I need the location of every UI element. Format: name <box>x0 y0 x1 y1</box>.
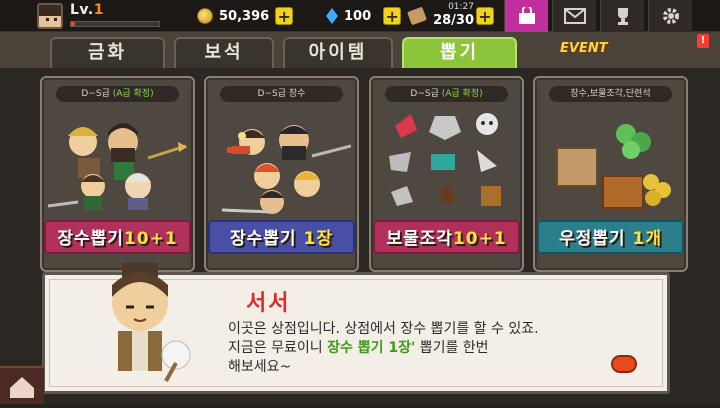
draw-hero-1-button[interactable]: 장수뽑기 1장 <box>208 220 355 254</box>
card-subtitle: D~S급 (A급 확정) <box>385 86 508 102</box>
draw-card-hero-10[interactable]: D~S급 (A급 확정) 장수뽑기10+1 <box>40 76 195 272</box>
friendship-rewards-illustration <box>556 124 671 209</box>
gold-resource: 50,396 + <box>197 5 294 27</box>
draw-card-friendship-1[interactable]: 장수,보물조각,단련석 우정뽑기 1개 <box>533 76 688 272</box>
treasure-pieces-illustration <box>389 113 501 206</box>
player-avatar[interactable] <box>37 3 63 29</box>
speaker-portrait <box>112 263 191 382</box>
speaker-name: 서서 <box>246 291 291 316</box>
gem-amount: 100 <box>344 8 372 24</box>
stamina-count: 28/30 <box>433 13 474 28</box>
gem-icon <box>326 8 338 24</box>
event-button[interactable]: EVENT <box>560 41 608 56</box>
level-number: 1 <box>93 2 104 18</box>
event-alert-badge: ! <box>697 34 709 48</box>
tab-gold[interactable]: 금화 <box>50 37 165 68</box>
hero-group-illustration <box>221 125 351 214</box>
gear-icon[interactable] <box>648 0 692 32</box>
top-status-bar: Lv.1 50,396 + 100 + 01:27 28/30 + <box>0 0 720 32</box>
home-icon <box>10 377 34 398</box>
stamina-plus-wrap: + <box>476 5 494 27</box>
card-subtitle: 장수,보물조각,단련석 <box>549 86 672 102</box>
add-gems-button[interactable]: + <box>383 7 402 25</box>
tab-draw[interactable]: 뽑기 <box>402 37 517 68</box>
draw-friendship-1-button[interactable]: 우정뽑기 1개 <box>537 220 684 254</box>
stamina-icon <box>407 6 427 26</box>
stamina-display: 01:27 28/30 <box>432 2 474 29</box>
level-prefix: Lv. <box>70 2 94 18</box>
draw-card-treasure-10[interactable]: D~S급 (A급 확정) 보물조각10+1 <box>369 76 524 272</box>
gem-resource: 100 + <box>326 5 402 27</box>
trophy-icon[interactable] <box>600 0 644 32</box>
draw-card-hero-1[interactable]: D~S급 장수 장수뽑기 1장 <box>204 76 359 272</box>
home-button[interactable] <box>0 366 44 404</box>
dialog-line-3: 해보세요~ <box>228 359 292 375</box>
tab-gems[interactable]: 보석 <box>174 37 274 68</box>
coin-icon <box>197 8 213 24</box>
xp-bar <box>70 21 160 27</box>
card-subtitle: D~S급 장수 <box>220 86 343 102</box>
tab-items[interactable]: 아이템 <box>283 37 393 68</box>
player-level: Lv.1 <box>70 2 104 18</box>
dialog-next-button[interactable] <box>611 355 637 373</box>
add-gold-button[interactable]: + <box>275 7 294 25</box>
xp-bar-fill <box>71 22 75 26</box>
shop-tab-row: 금화 보석 아이템 뽑기 <box>0 32 720 68</box>
card-subtitle: D~S급 (A급 확정) <box>56 86 179 102</box>
shop-bag-icon[interactable] <box>504 0 548 32</box>
stamina-resource <box>407 5 431 27</box>
gold-amount: 50,396 <box>219 8 270 24</box>
stamina-timer: 01:27 <box>448 2 474 12</box>
draw-treasure-10-button[interactable]: 보물조각10+1 <box>373 220 520 254</box>
add-stamina-button[interactable]: + <box>476 7 494 25</box>
mail-icon[interactable] <box>552 0 596 32</box>
dialog-line-2: 지금은 무료이니 장수 뽑기 1장' 뽑기를 한번 <box>228 340 489 356</box>
hero-group-illustration <box>48 123 187 210</box>
draw-hero-10-button[interactable]: 장수뽑기10+1 <box>44 220 191 254</box>
dialog-line-1: 이곳은 상점입니다. 상점에서 장수 뽑기를 할 수 있죠. <box>228 321 539 337</box>
